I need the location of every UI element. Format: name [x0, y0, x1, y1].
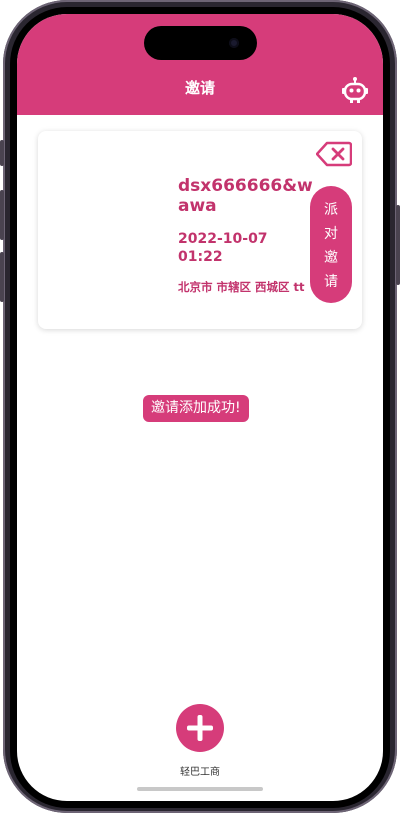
app-screen: 邀请 dsx666666&wawa 2022-10-07 01:22 北京市 市… — [17, 14, 383, 801]
dynamic-island — [144, 26, 257, 60]
action-button — [0, 140, 4, 166]
party-button-char: 派 — [324, 200, 338, 217]
party-button-char: 对 — [324, 224, 338, 241]
add-invite-button[interactable] — [176, 704, 224, 752]
page-title: 邀请 — [184, 79, 215, 97]
invite-address: 北京市 市辖区 西城区 tt — [178, 280, 305, 294]
volume-up-button — [0, 190, 4, 240]
success-toast: 邀请添加成功! — [143, 395, 249, 422]
plus-icon — [187, 715, 213, 741]
backspace-delete-icon[interactable] — [316, 141, 352, 167]
home-indicator — [137, 787, 263, 791]
party-invite-button[interactable]: 派 对 邀 请 — [310, 186, 352, 303]
party-button-char: 邀 — [324, 248, 338, 265]
invite-info: dsx666666&wawa 2022-10-07 01:22 北京市 市辖区 … — [178, 176, 318, 294]
robot-icon[interactable] — [342, 76, 368, 104]
phone-device: 邀请 dsx666666&wawa 2022-10-07 01:22 北京市 市… — [0, 0, 400, 815]
volume-down-button — [0, 252, 4, 302]
watermark: 轻巴工商 — [180, 767, 220, 778]
power-button — [396, 205, 400, 285]
invite-datetime: 2022-10-07 01:22 — [178, 231, 268, 265]
invite-name: dsx666666&wawa — [178, 176, 313, 216]
invite-card: dsx666666&wawa 2022-10-07 01:22 北京市 市辖区 … — [38, 131, 362, 329]
party-button-char: 请 — [324, 272, 338, 289]
top-header: 邀请 — [17, 14, 383, 115]
front-camera — [229, 38, 239, 48]
